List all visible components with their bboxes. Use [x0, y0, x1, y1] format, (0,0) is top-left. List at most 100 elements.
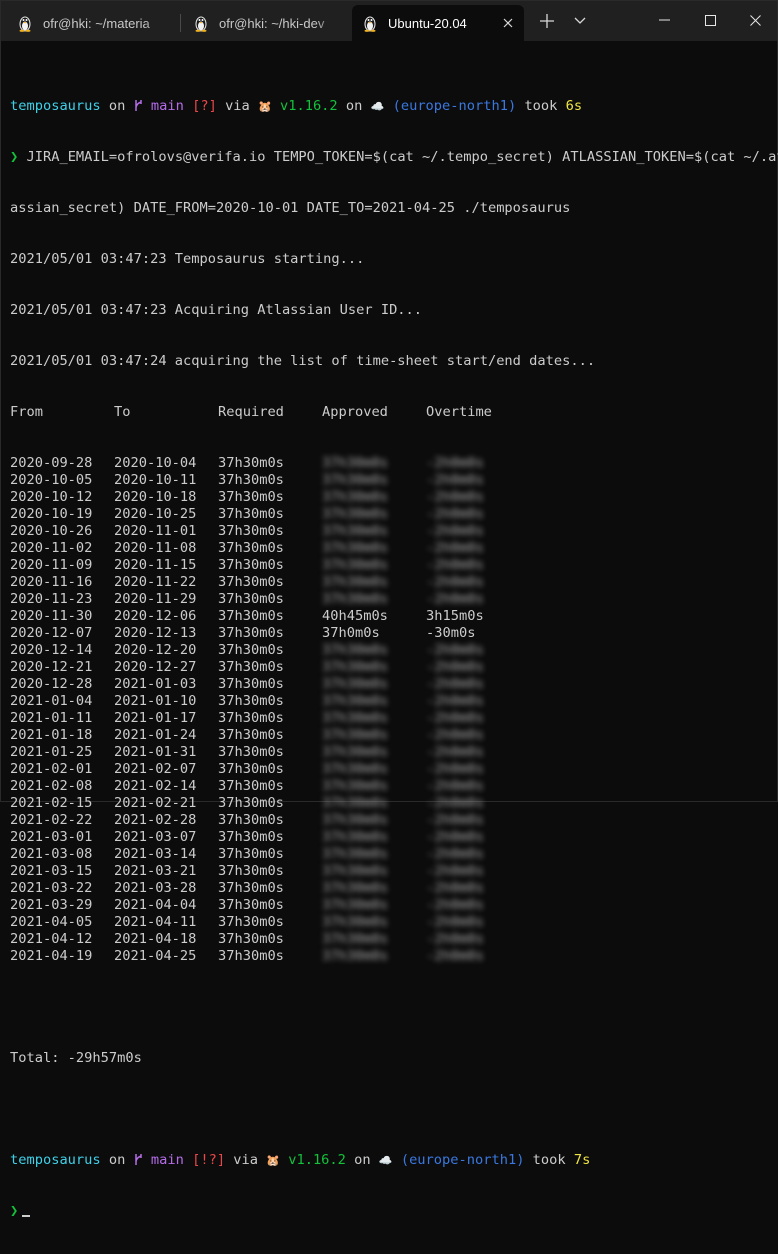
table-row: 2020-10-19 2020-10-25 37h30m0s 37h30m0s -2h0… [10, 506, 774, 523]
git-status: [?] [192, 98, 217, 114]
maximize-button[interactable] [687, 1, 733, 39]
table-cell: 37h30m0s [218, 812, 284, 828]
tab-label: ofr@hki: ~/materia [43, 15, 150, 31]
table-cell: 37h30m0s [322, 591, 426, 608]
table-row: 2021-01-04 2021-01-10 37h30m0s 37h30m0s -2h0… [10, 693, 774, 710]
table-cell: 37h30m0s [218, 574, 284, 590]
table-cell: -2h0m0s [426, 931, 526, 948]
table-cell: 2020-10-19 [10, 506, 93, 522]
new-tab-button[interactable] [533, 7, 561, 35]
redacted-value: 37h30m0s [322, 948, 388, 964]
table-cell: 37h30m0s [322, 727, 426, 744]
terminal-output[interactable]: temposaurus on main [?] via 🐹 v1.16.2 on… [10, 64, 778, 1254]
table-cell: 37h30m0s [218, 727, 284, 743]
close-tab-icon[interactable] [500, 15, 516, 31]
table-row: 2021-03-01 2021-03-07 37h30m0s 37h30m0s -2h0… [10, 829, 774, 846]
table-cell: 37h30m0s [322, 710, 426, 727]
table-cell: -2h0m0s [426, 744, 526, 761]
table-cell: 37h30m0s [322, 659, 426, 676]
log-line: 2021/05/01 03:47:24 acquiring the list o… [10, 353, 596, 369]
redacted-value: -2h0m0s [426, 931, 484, 947]
table-cell: 2021-01-31 [114, 744, 197, 760]
redacted-value: -2h0m0s [426, 846, 484, 862]
redacted-value: 37h30m0s [322, 846, 388, 862]
redacted-value: 37h30m0s [322, 676, 388, 692]
table-cell: 2021-04-19 [10, 948, 93, 964]
table-cell: 2021-04-25 [114, 948, 197, 964]
text-cursor [22, 1215, 31, 1217]
close-icon [749, 14, 761, 26]
command-duration: 7s [573, 1152, 591, 1168]
redacted-value: 37h30m0s [322, 642, 388, 658]
tab-bar: ofr@hki: ~/materia ofr@hki: ~/hki-dev Ub… [1, 1, 777, 41]
table-cell: 37h30m0s [218, 761, 284, 777]
table-cell: 37h30m0s [322, 880, 426, 897]
command-text: assian_secret) DATE_FROM=2020-10-01 DATE… [10, 200, 571, 216]
table-cell: 2020-12-07 [10, 625, 93, 641]
table-cell: -2h0m0s [426, 506, 526, 523]
redacted-value: 37h30m0s [322, 863, 388, 879]
table-cell: 37h30m0s [218, 863, 284, 879]
redacted-value: 37h30m0s [322, 744, 388, 760]
terminal-window: ofr@hki: ~/materia ofr@hki: ~/hki-dev Ub… [0, 0, 778, 1219]
chevron-down-icon [574, 17, 586, 24]
table-cell: 2020-12-21 [10, 659, 93, 675]
table-row: 2021-01-25 2021-01-31 37h30m0s 37h30m0s -2h0… [10, 744, 774, 761]
table-cell: 2021-02-07 [114, 761, 197, 777]
redacted-value: -2h0m0s [426, 642, 484, 658]
table-cell: -2h0m0s [426, 676, 526, 693]
table-cell: 3h15m0s [426, 608, 484, 624]
table-cell: 2020-10-04 [114, 455, 197, 471]
git-branch-name: main [150, 98, 184, 114]
tab-dropdown-button[interactable] [567, 7, 593, 35]
table-cell: -2h0m0s [426, 897, 526, 914]
table-cell: -2h0m0s [426, 914, 526, 931]
table-row: 2021-03-15 2021-03-21 37h30m0s 37h30m0s -2h0… [10, 863, 774, 880]
table-cell: -2h0m0s [426, 455, 526, 472]
table-row: 2021-02-08 2021-02-14 37h30m0s 37h30m0s -2h0… [10, 778, 774, 795]
table-cell: 2021-02-14 [114, 778, 197, 794]
command-line: ❯ JIRA_EMAIL=ofrolovs@verifa.io TEMPO_TO… [10, 149, 778, 166]
table-cell: 2021-03-22 [10, 880, 93, 896]
redacted-value: 37h30m0s [322, 693, 388, 709]
table-cell: 2020-10-11 [114, 472, 197, 488]
table-cell: 37h30m0s [218, 693, 284, 709]
table-cell: 40h45m0s [322, 608, 388, 624]
table-cell: 37h30m0s [218, 897, 284, 913]
table-cell: 2021-01-11 [10, 710, 93, 726]
redacted-value: -2h0m0s [426, 574, 484, 590]
table-cell: 37h30m0s [322, 676, 426, 693]
table-cell: -2h0m0s [426, 778, 526, 795]
tab-materia[interactable]: ofr@hki: ~/materia [7, 5, 177, 41]
table-cell: 2021-02-01 [10, 761, 93, 777]
table-cell: -2h0m0s [426, 591, 526, 608]
redacted-value: 37h30m0s [322, 795, 388, 811]
command-line-wrap: assian_secret) DATE_FROM=2020-10-01 DATE… [10, 200, 774, 217]
tab-hki-dev[interactable]: ofr@hki: ~/hki-dev [183, 5, 349, 41]
table-row: 2020-12-28 2021-01-03 37h30m0s 37h30m0s -2h0… [10, 676, 774, 693]
table-cell: -2h0m0s [426, 795, 526, 812]
redacted-value: -2h0m0s [426, 591, 484, 607]
tab-ubuntu[interactable]: Ubuntu-20.04 [352, 5, 524, 41]
close-window-button[interactable] [732, 1, 778, 39]
table-cell: 2020-11-01 [114, 523, 197, 539]
table-body: 2020-09-28 2020-10-04 37h30m0s 37h30m0s -2h0… [10, 455, 774, 965]
table-cell: 37h30m0s [218, 608, 284, 624]
redacted-value: 37h30m0s [322, 914, 388, 930]
column-header: From [10, 404, 43, 420]
prompt-directory: temposaurus [10, 98, 101, 114]
go-version: v1.16.2 [288, 1152, 346, 1168]
table-row: 2021-02-01 2021-02-07 37h30m0s 37h30m0s -2h0… [10, 761, 774, 778]
table-row: 2020-10-05 2020-10-11 37h30m0s 37h30m0s -2h0… [10, 472, 774, 489]
table-row: 2021-01-18 2021-01-24 37h30m0s 37h30m0s -2h0… [10, 727, 774, 744]
table-cell: 37h30m0s [322, 795, 426, 812]
table-cell: -2h0m0s [426, 557, 526, 574]
table-cell: -2h0m0s [426, 948, 526, 965]
minimize-button[interactable] [641, 1, 687, 39]
table-cell: 2021-02-21 [114, 795, 197, 811]
redacted-value: -2h0m0s [426, 795, 484, 811]
table-cell: 37h30m0s [322, 455, 426, 472]
table-row: 2020-12-14 2020-12-20 37h30m0s 37h30m0s -2h0… [10, 642, 774, 659]
input-line[interactable]: ❯ [10, 1203, 774, 1220]
table-cell: 37h30m0s [218, 506, 284, 522]
